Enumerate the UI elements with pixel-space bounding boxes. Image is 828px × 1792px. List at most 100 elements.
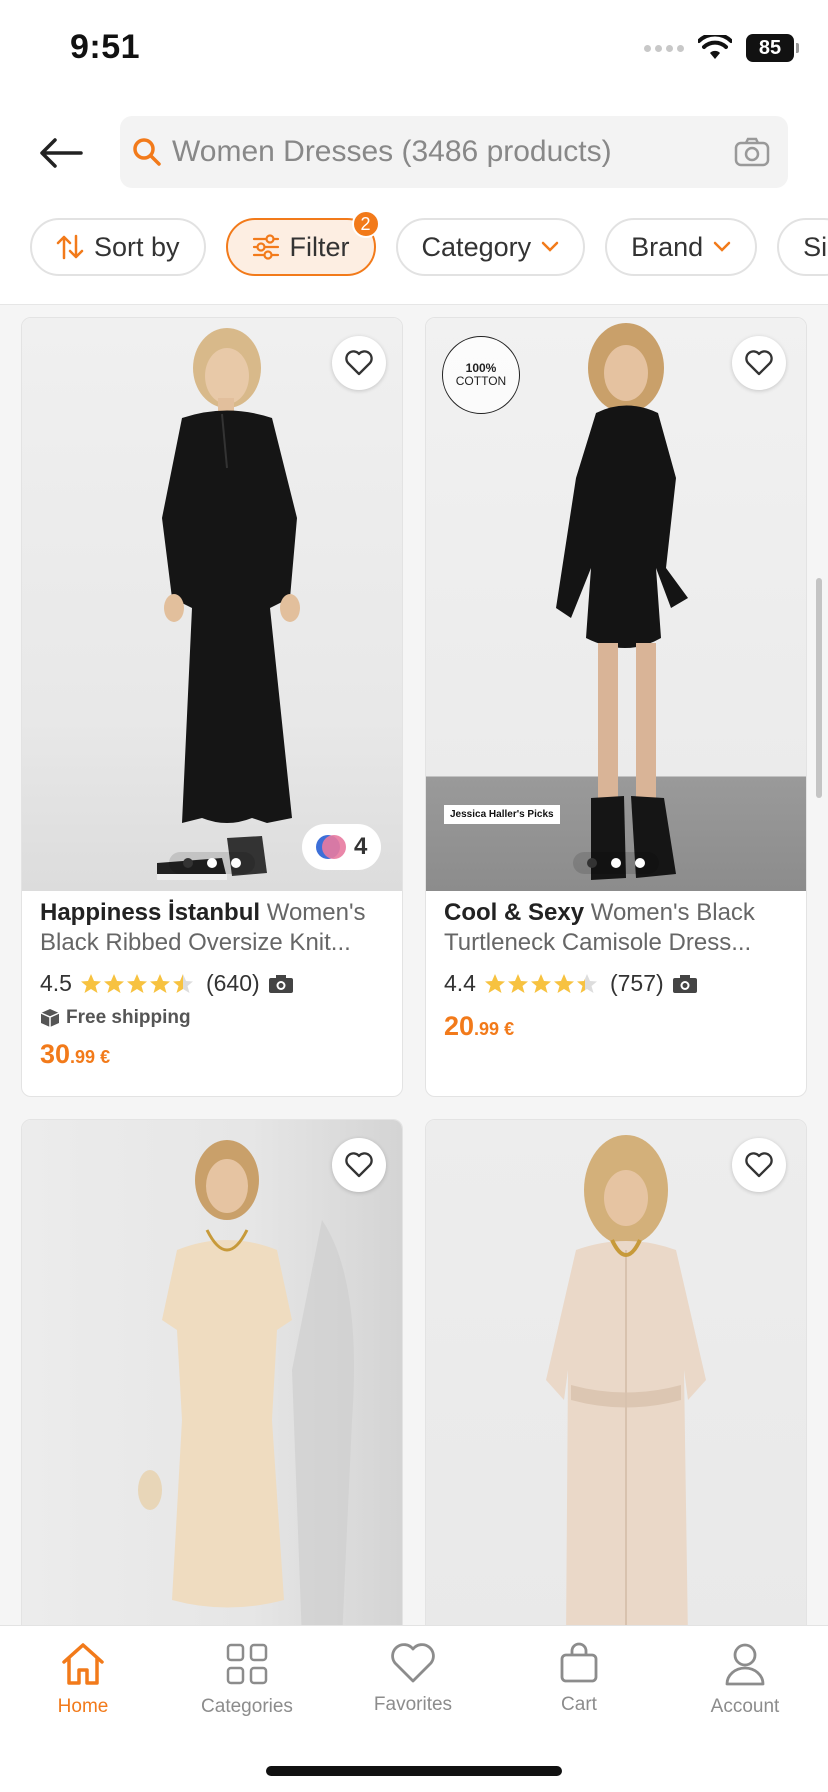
favorite-button[interactable]	[732, 336, 786, 390]
product-info: Happiness İstanbul Women's Black Ribbed …	[40, 898, 388, 1070]
rating-row: 4.5 (640)	[40, 970, 388, 997]
heart-icon	[391, 1643, 435, 1683]
curator-tag: Jessica Haller's Picks	[444, 805, 560, 824]
star-rating-icon	[484, 973, 602, 995]
color-count: 4	[354, 833, 368, 860]
sort-icon	[56, 234, 84, 260]
product-brand: Happiness İstanbul	[40, 899, 261, 926]
chevron-down-icon	[713, 241, 731, 252]
bottom-navigation: Home Categories Favorites Cart Account	[0, 1625, 828, 1792]
product-card[interactable]: 4 Happiness İstanbul Women's Black Ribbe…	[21, 317, 403, 1097]
camera-photo-icon	[268, 974, 293, 993]
nav-home-label: Home	[57, 1696, 109, 1717]
brand-label: Brand	[631, 231, 704, 262]
star-rating-icon	[80, 973, 198, 995]
filter-label: Filter	[289, 231, 350, 262]
nav-cart[interactable]: Cart	[504, 1642, 654, 1716]
nav-cart-label: Cart	[561, 1694, 597, 1715]
camera-icon[interactable]	[734, 136, 770, 168]
wifi-icon	[698, 35, 732, 59]
product-title: Cool & Sexy Women's Black Turtleneck Cam…	[444, 898, 792, 958]
heart-icon	[345, 350, 373, 376]
image-pager-dots	[573, 852, 659, 874]
arrow-left-icon	[40, 138, 83, 168]
sort-button[interactable]: Sort by	[30, 218, 206, 276]
chevron-down-icon	[541, 241, 559, 252]
nav-account-label: Account	[710, 1696, 780, 1717]
cotton-badge: 100% COTTON	[442, 336, 520, 414]
dress-photo	[138, 1140, 354, 1638]
nav-categories-label: Categories	[201, 1696, 293, 1717]
dress-photo	[546, 1135, 706, 1638]
dress-photo	[157, 328, 300, 880]
free-shipping-label: Free shipping	[40, 1007, 388, 1029]
product-price: 30.99 €	[40, 1039, 388, 1070]
search-icon	[132, 136, 164, 168]
rating-value: 4.5	[40, 970, 72, 996]
price-main: 30	[40, 1039, 71, 1069]
product-image[interactable]: 100% COTTON Jessica Haller's Picks	[426, 318, 806, 891]
favorite-button[interactable]	[332, 336, 386, 390]
color-swatch-icon	[316, 835, 346, 859]
heart-icon	[745, 1152, 773, 1178]
product-image[interactable]: 4	[22, 318, 402, 891]
favorite-button[interactable]	[732, 1138, 786, 1192]
size-dropdown[interactable]: Si	[777, 218, 828, 276]
home-icon	[62, 1643, 104, 1685]
header: Women Dresses (3486 products) Sort by Fi…	[0, 100, 828, 305]
sort-label: Sort by	[94, 231, 180, 262]
product-title: Happiness İstanbul Women's Black Ribbed …	[40, 898, 388, 958]
nav-account[interactable]: Account	[670, 1642, 820, 1718]
product-card[interactable]	[425, 1119, 807, 1639]
price-main: 20	[444, 1011, 475, 1041]
size-label: Si	[803, 231, 828, 262]
filter-count-badge: 2	[351, 210, 380, 238]
rating-value: 4.4	[444, 970, 476, 996]
shipping-text: Free shipping	[66, 1007, 191, 1028]
nav-home[interactable]: Home	[8, 1642, 158, 1718]
nav-categories[interactable]: Categories	[172, 1642, 322, 1718]
filter-icon	[252, 234, 279, 260]
review-count: (640)	[205, 970, 260, 996]
product-image[interactable]	[426, 1120, 806, 1638]
category-dropdown[interactable]: Category	[395, 218, 586, 276]
favorite-button[interactable]	[332, 1138, 386, 1192]
brand-dropdown[interactable]: Brand	[605, 218, 758, 276]
rating-row: 4.4 (757)	[444, 970, 792, 997]
status-bar: 9:51 85	[0, 0, 828, 100]
camera-photo-icon	[672, 974, 697, 993]
color-variants-badge[interactable]: 4	[302, 824, 382, 870]
signal-icon	[644, 44, 684, 52]
product-listing-screen: 9:51 85 Women Dresses (3486 products) So…	[0, 0, 828, 1792]
heart-icon	[345, 1152, 373, 1178]
filter-chips: Sort by Filter 2 Category Brand Si	[30, 210, 828, 276]
price-cents: .99 €	[70, 1047, 111, 1067]
user-icon	[725, 1643, 765, 1686]
review-count: (757)	[609, 970, 664, 996]
status-icons: 85	[644, 34, 799, 62]
image-pager-dots	[169, 852, 255, 874]
product-card[interactable]	[21, 1119, 403, 1639]
scrollbar[interactable]	[816, 578, 822, 798]
grid-icon	[226, 1643, 268, 1685]
status-time: 9:51	[70, 28, 141, 66]
category-label: Category	[421, 231, 532, 262]
filter-button[interactable]: Filter 2	[225, 210, 380, 276]
cotton-badge-bottom: COTTON	[455, 374, 507, 388]
price-cents: .99 €	[474, 1019, 515, 1039]
home-indicator	[266, 1766, 562, 1776]
product-card[interactable]: 100% COTTON Jessica Haller's Picks Cool …	[425, 317, 807, 1097]
product-image[interactable]	[22, 1120, 402, 1638]
package-icon	[40, 1009, 60, 1027]
heart-icon	[745, 350, 773, 376]
product-info: Cool & Sexy Women's Black Turtleneck Cam…	[444, 898, 792, 1042]
battery-indicator: 85	[746, 34, 799, 62]
nav-favorites-label: Favorites	[373, 1694, 453, 1715]
back-button[interactable]	[36, 128, 86, 178]
nav-favorites[interactable]: Favorites	[338, 1642, 488, 1716]
search-input[interactable]: Women Dresses (3486 products)	[120, 116, 788, 188]
product-brand: Cool & Sexy	[444, 899, 585, 926]
cart-icon	[560, 1642, 598, 1683]
product-price: 20.99 €	[444, 1011, 792, 1042]
search-query: Women Dresses (3486 products)	[172, 135, 612, 168]
